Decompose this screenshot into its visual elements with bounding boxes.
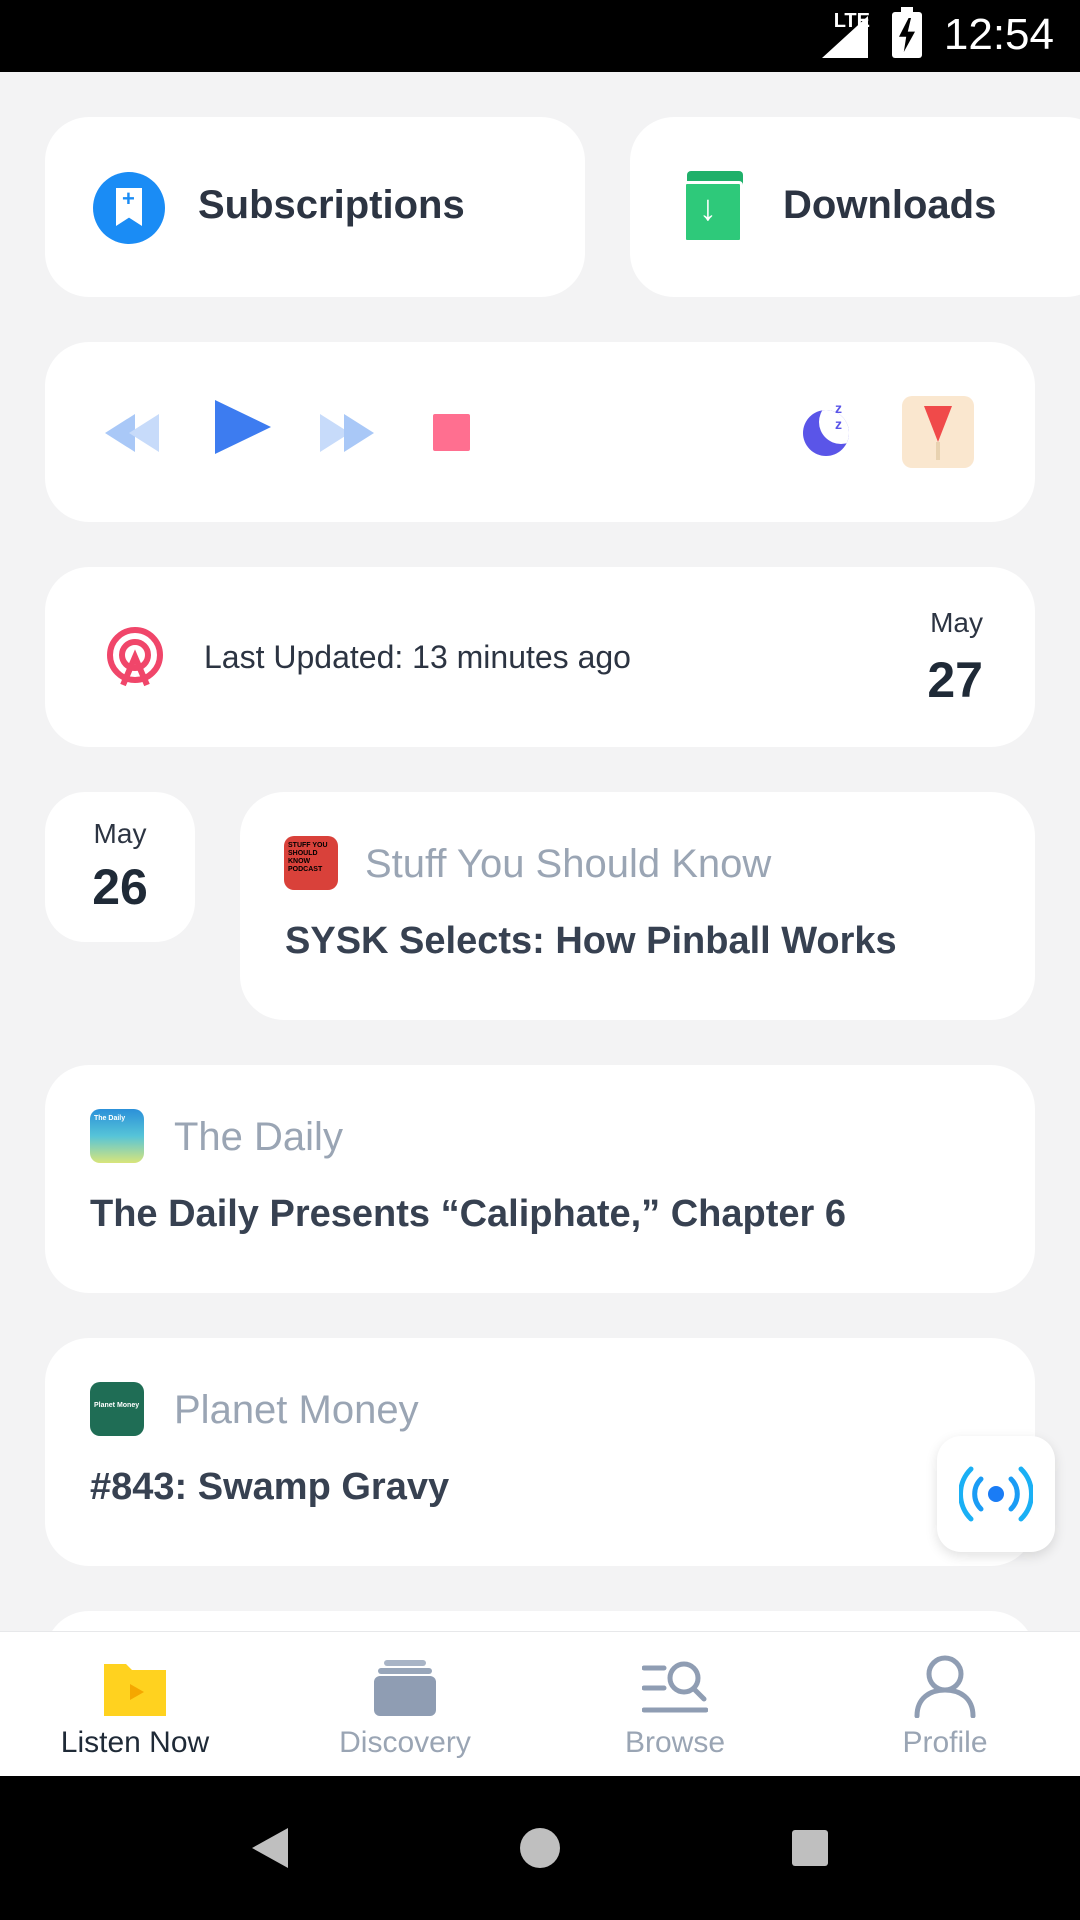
- home-icon[interactable]: [520, 1828, 560, 1868]
- downloads-button[interactable]: ↓ Downloads: [630, 117, 1080, 297]
- folder-play-icon: [104, 1664, 166, 1716]
- tab-browse[interactable]: Browse: [540, 1632, 810, 1777]
- episode-title: #843: Swamp Gravy: [90, 1466, 450, 1508]
- update-month: May: [930, 607, 983, 638]
- tab-listen-now[interactable]: Listen Now: [0, 1632, 270, 1777]
- podcast-artwork: STUFF YOU SHOULD KNOW PODCAST: [284, 836, 338, 890]
- date-badge-month: May: [93, 818, 147, 849]
- broadcast-icon: [959, 1466, 1033, 1522]
- fast-forward-icon[interactable]: [320, 414, 380, 454]
- person-icon: [914, 1655, 976, 1718]
- live-broadcast-button[interactable]: [937, 1436, 1055, 1552]
- episode-card[interactable]: Planet Money Planet Money #843: Swamp Gr…: [45, 1338, 1035, 1566]
- date-badge-day: 26: [92, 859, 148, 915]
- subscriptions-button[interactable]: Subscriptions: [45, 117, 585, 297]
- episode-title: SYSK Selects: How Pinball Works: [285, 920, 897, 962]
- tab-label: Discovery: [339, 1726, 471, 1759]
- last-updated-card[interactable]: Last Updated: 13 minutes ago May 27: [45, 567, 1035, 747]
- cards-stack-icon: [374, 1660, 436, 1716]
- sleep-timer-icon[interactable]: [803, 410, 849, 456]
- rewind-icon[interactable]: [105, 414, 165, 454]
- podcast-artwork: Planet Money: [90, 1382, 144, 1436]
- tab-discovery[interactable]: Discovery: [270, 1632, 540, 1777]
- recents-icon[interactable]: [792, 1830, 828, 1866]
- battery-icon: [892, 7, 922, 58]
- podcast-name: Stuff You Should Know: [365, 842, 772, 886]
- podcast-icon: [107, 627, 163, 687]
- episode-title: The Daily Presents “Caliphate,” Chapter …: [90, 1193, 847, 1235]
- podcast-name: The Daily: [174, 1115, 343, 1159]
- sleep-z-icon: zz: [835, 400, 842, 432]
- date-badge: May 26: [45, 792, 195, 942]
- tab-profile[interactable]: Profile: [810, 1632, 1080, 1777]
- episode-card[interactable]: The Daily The Daily The Daily Presents “…: [45, 1065, 1035, 1293]
- mini-player: zz: [45, 342, 1035, 522]
- status-time: 12:54: [943, 10, 1054, 59]
- status-bar: LTE 12:54: [0, 0, 1080, 72]
- bottom-navigation: Listen Now Discovery Browse Profile: [0, 1631, 1080, 1777]
- podcast-name: Planet Money: [174, 1388, 419, 1432]
- podcast-artwork: The Daily: [90, 1109, 144, 1163]
- tab-label: Listen Now: [60, 1726, 210, 1759]
- downloads-label: Downloads: [783, 183, 997, 227]
- last-updated-text: Last Updated: 13 minutes ago: [204, 639, 631, 675]
- now-playing-artwork[interactable]: [902, 396, 974, 468]
- update-day: 27: [927, 652, 983, 708]
- back-icon[interactable]: [252, 1828, 288, 1868]
- episode-card[interactable]: STUFF YOU SHOULD KNOW PODCAST Stuff You …: [240, 792, 1035, 1020]
- subscriptions-label: Subscriptions: [198, 183, 465, 227]
- bookmark-plus-icon: [93, 172, 165, 244]
- stop-icon[interactable]: [433, 414, 470, 451]
- play-icon[interactable]: [215, 400, 271, 454]
- tab-label: Profile: [902, 1726, 988, 1759]
- tab-label: Browse: [624, 1726, 726, 1759]
- signal-icon: [822, 16, 868, 58]
- search-list-icon: [642, 1661, 708, 1713]
